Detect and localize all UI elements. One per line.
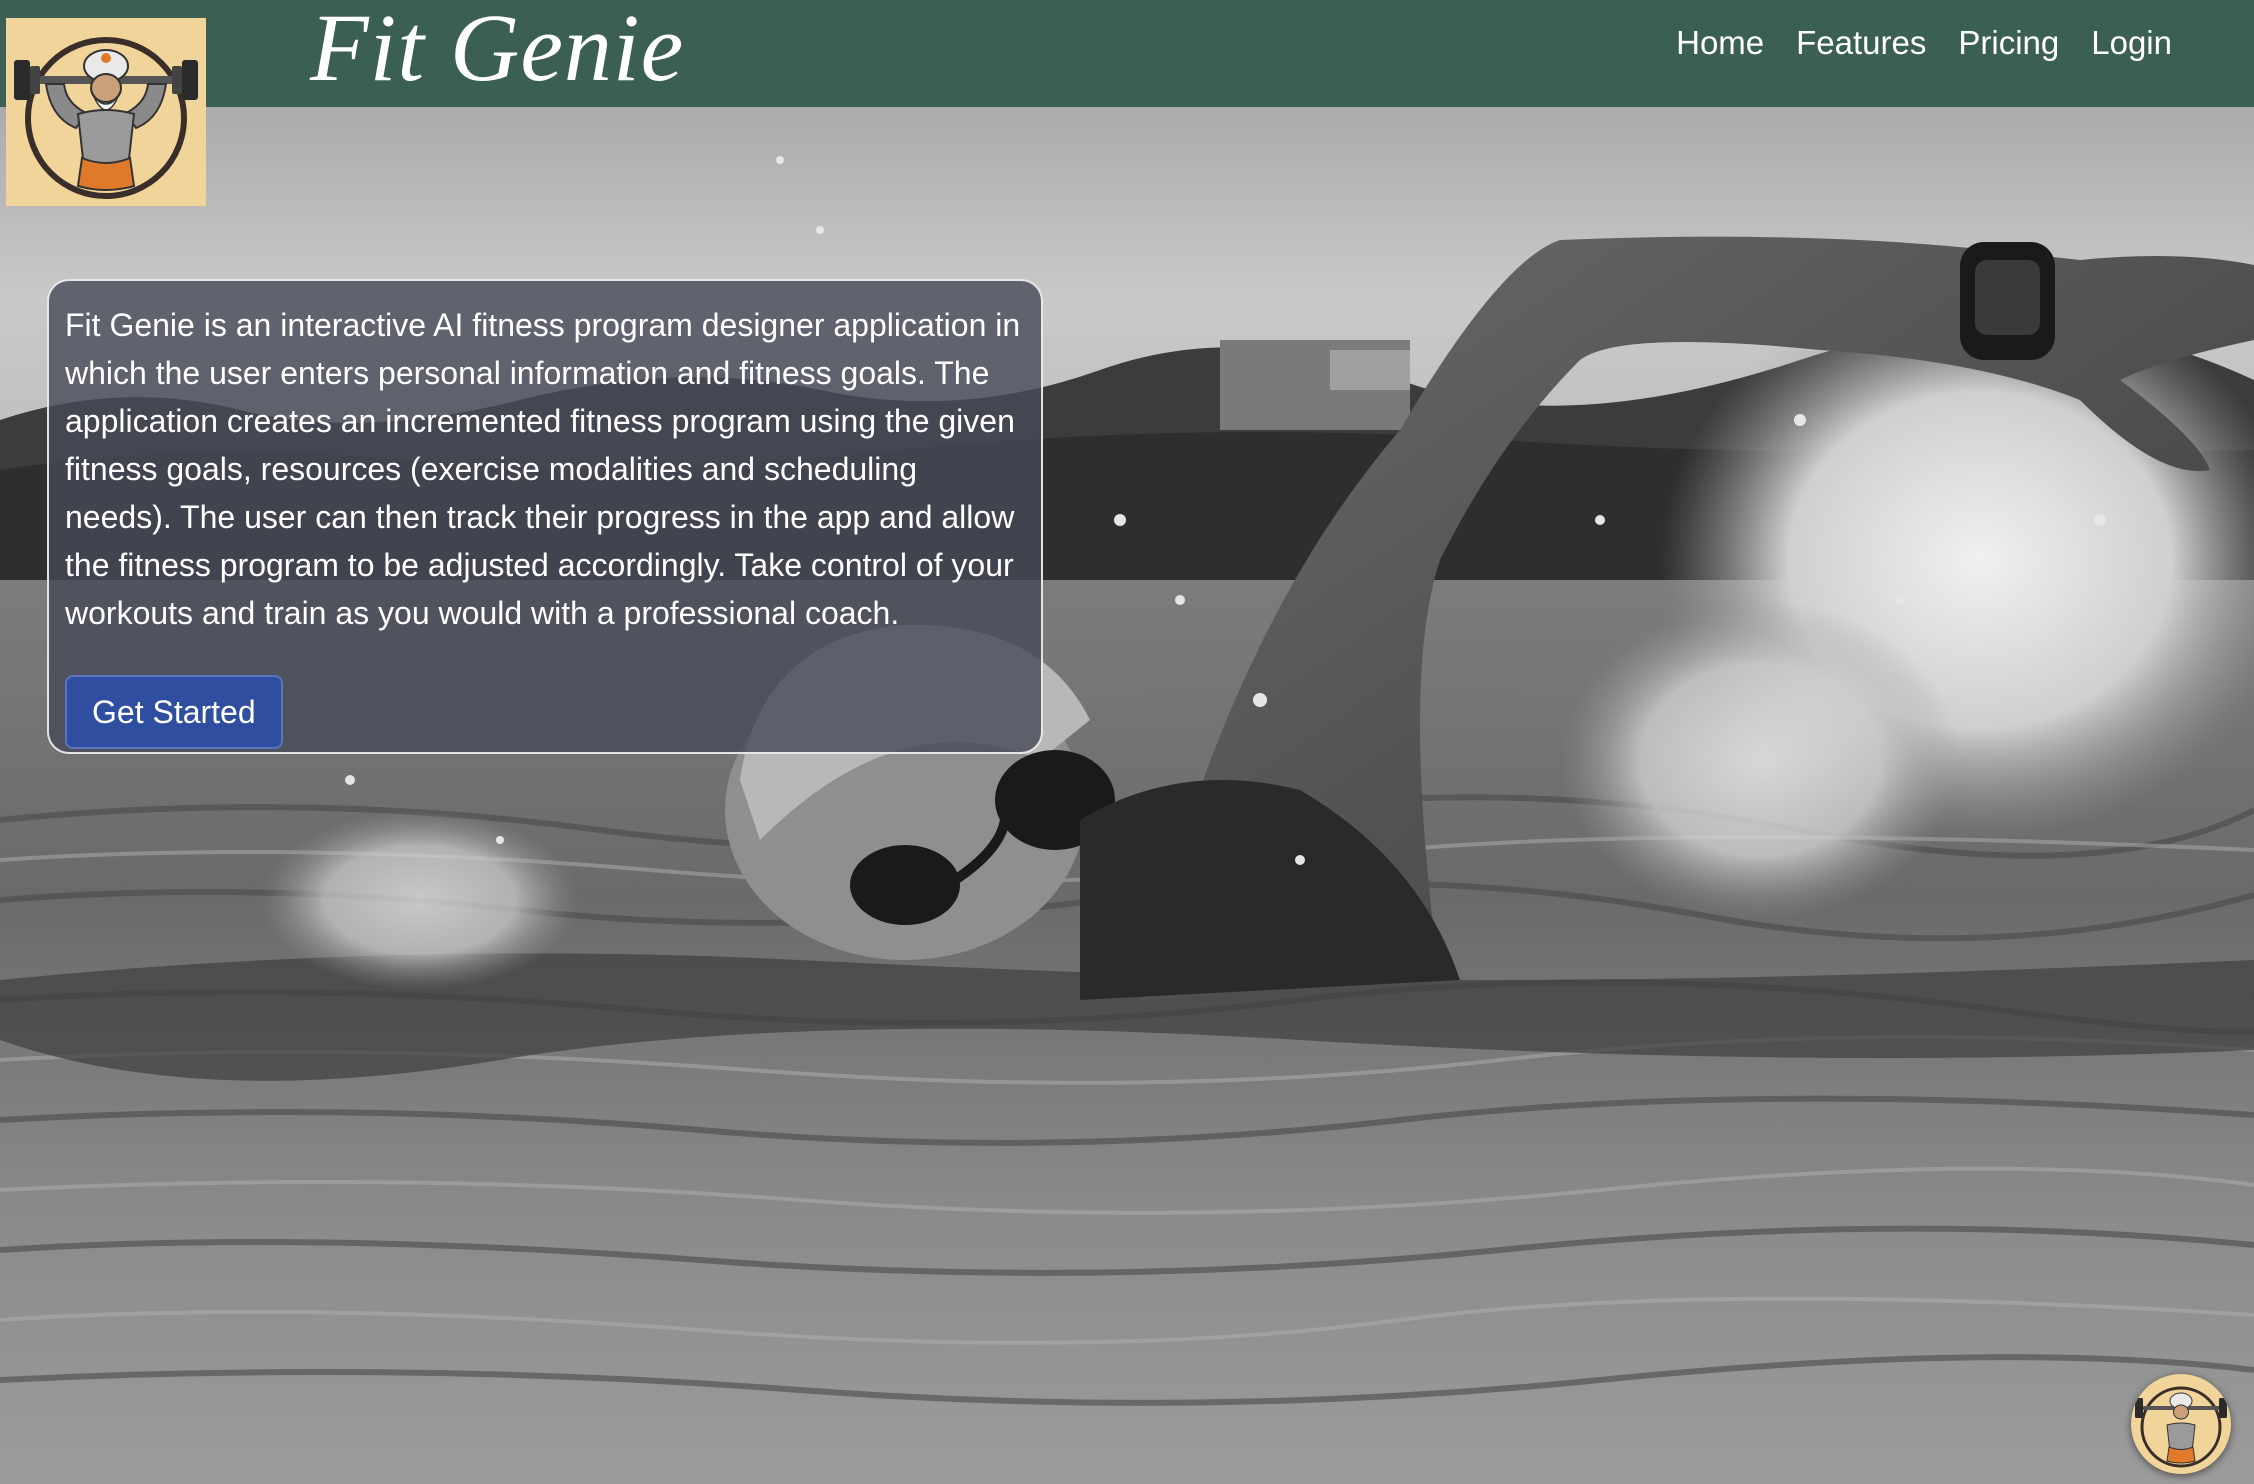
nav-features-link[interactable]: Features [1796,24,1926,62]
genie-weightlifter-logo-icon[interactable] [6,18,206,206]
genie-weightlifter-logo-icon[interactable] [2131,1374,2231,1474]
brand-title[interactable]: Fit Genie [310,0,684,103]
get-started-button[interactable]: Get Started [65,675,283,749]
nav-login-link[interactable]: Login [2091,24,2172,62]
main-nav: Home Features Pricing Login [1676,24,2172,62]
nav-pricing-link[interactable]: Pricing [1958,24,2059,62]
landing-page: Fit Genie Home Features Pricing Login Fi… [0,0,2254,1484]
intro-card: Fit Genie is an interactive AI fitness p… [47,279,1043,754]
top-navbar: Fit Genie Home Features Pricing Login [0,0,2254,107]
intro-description: Fit Genie is an interactive AI fitness p… [65,307,1021,631]
nav-home-link[interactable]: Home [1676,24,1764,62]
